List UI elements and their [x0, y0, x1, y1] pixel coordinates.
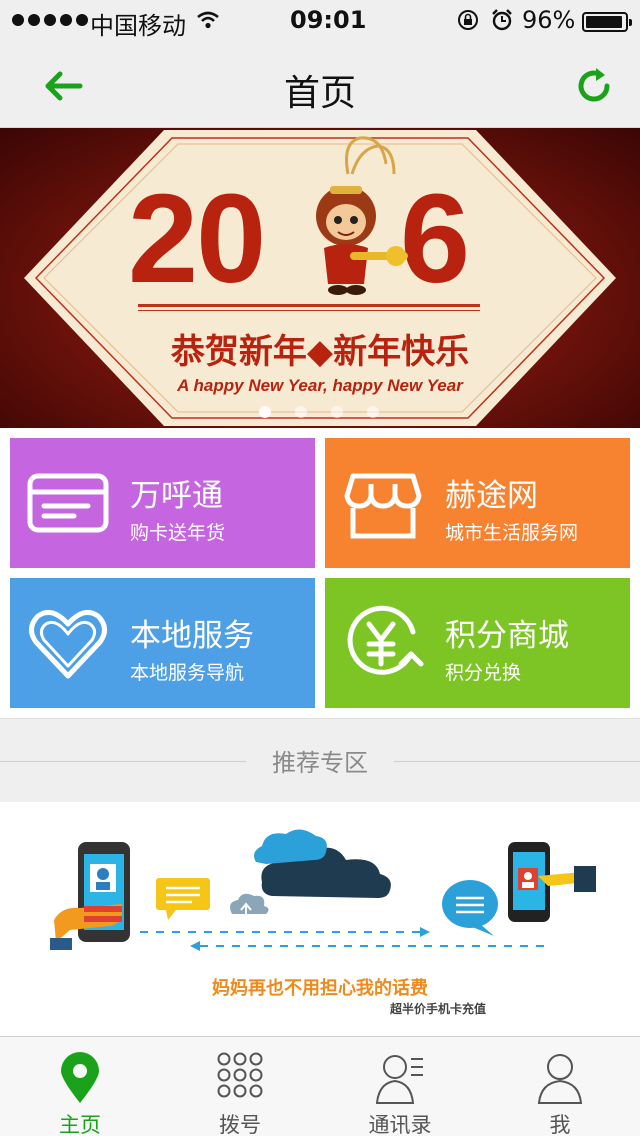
- promo-headline: 妈妈再也不用担心我的话费: [212, 978, 428, 999]
- wifi-icon: [196, 8, 220, 36]
- promo-illustration: [50, 829, 596, 951]
- contacts-icon: [375, 1055, 423, 1104]
- banner-subtitle: A happy New Year, happy New Year: [177, 376, 463, 395]
- tile-title: 万呼通: [130, 478, 223, 514]
- banner-year-left: 20: [128, 168, 266, 309]
- new-year-banner[interactable]: 20 6 恭贺新年◆新年快乐 A happy New Year, happy N…: [0, 128, 640, 428]
- card-icon: [27, 473, 109, 533]
- feature-tiles: 万呼通 购卡送年货 赫途网 城市生活服务网 本地服务 本地服务导航 积分商城 积…: [0, 428, 640, 718]
- tab-label: 主页: [59, 1113, 101, 1136]
- battery-percent: 96%: [522, 6, 576, 34]
- banner-year-right: 6: [400, 168, 471, 309]
- bottom-tab-bar: 主页 拨号 通讯录 我: [0, 1036, 640, 1136]
- tile-title: 积分商城: [445, 618, 569, 654]
- tile-subtitle: 积分兑换: [445, 662, 522, 684]
- alarm-icon: [490, 8, 514, 38]
- tab-label: 通讯录: [368, 1113, 432, 1136]
- tile-subtitle: 本地服务导航: [130, 662, 245, 684]
- rotation-lock-icon: [456, 8, 480, 38]
- tab-home[interactable]: 主页: [0, 1037, 160, 1136]
- carousel-dot[interactable]: [259, 406, 271, 418]
- carousel-dot[interactable]: [295, 406, 307, 418]
- tile-title: 本地服务: [130, 618, 254, 654]
- battery-icon: [582, 12, 632, 32]
- banner-divider-thin: [138, 310, 480, 311]
- tab-label: 我: [549, 1113, 571, 1136]
- navigation-bar: 首页: [0, 40, 640, 128]
- carousel-indicator[interactable]: [259, 406, 379, 418]
- shop-icon: [344, 473, 422, 539]
- tab-me[interactable]: 我: [480, 1037, 640, 1136]
- divider: [394, 761, 640, 762]
- location-pin-icon: [61, 1052, 99, 1103]
- refresh-icon[interactable]: [574, 66, 614, 106]
- promo-card[interactable]: 妈妈再也不用担心我的话费 超半价手机卡充值: [0, 802, 640, 1036]
- recommended-section-header: 推荐专区: [0, 718, 640, 802]
- promo-subline: 超半价手机卡充值: [390, 1002, 487, 1016]
- tile-local-service[interactable]: 本地服务 本地服务导航: [10, 578, 315, 708]
- dialpad-icon: [217, 1052, 263, 1098]
- monkey-king-illustration: [316, 136, 408, 295]
- carrier-name: 中国移动: [90, 12, 186, 40]
- person-icon: [537, 1054, 583, 1104]
- tile-subtitle: 城市生活服务网: [445, 522, 579, 544]
- tab-dial[interactable]: 拨号: [160, 1037, 320, 1136]
- signal-strength-icon: [12, 14, 88, 26]
- tile-subtitle: 购卡送年货: [130, 522, 226, 544]
- status-bar: 中国移动 09:01 96%: [0, 0, 640, 40]
- tile-wanhutong[interactable]: 万呼通 购卡送年货: [10, 438, 315, 568]
- tab-label: 拨号: [219, 1113, 261, 1136]
- carousel-dot[interactable]: [331, 406, 343, 418]
- page-title: 首页: [283, 73, 356, 114]
- clock-time: 09:01: [290, 6, 367, 34]
- heart-icon: [29, 609, 107, 679]
- banner-divider: [138, 304, 480, 307]
- tile-title: 赫途网: [445, 478, 538, 514]
- tile-hetuwang[interactable]: 赫途网 城市生活服务网: [325, 438, 630, 568]
- banner-greeting: 恭贺新年◆新年快乐: [170, 332, 470, 372]
- carousel-dot[interactable]: [367, 406, 379, 418]
- tile-points-mall[interactable]: 积分商城 积分兑换: [325, 578, 630, 708]
- yen-exchange-icon: [347, 605, 424, 675]
- tab-contacts[interactable]: 通讯录: [320, 1037, 480, 1136]
